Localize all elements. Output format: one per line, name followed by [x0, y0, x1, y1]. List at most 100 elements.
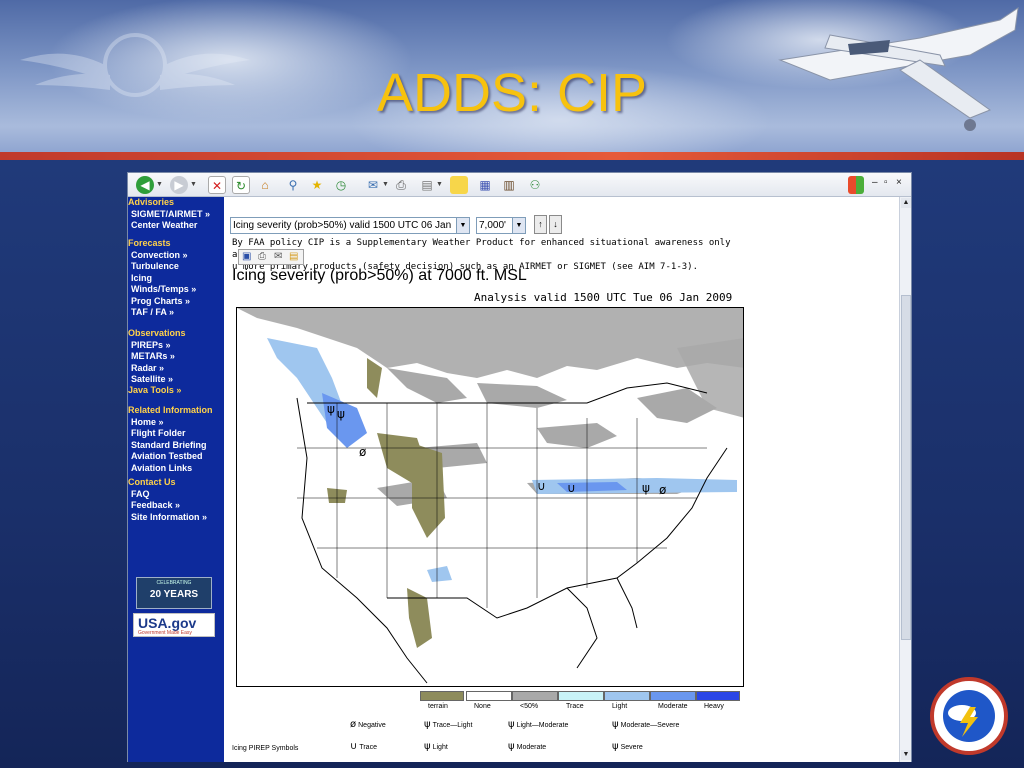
nav-link[interactable]: FAQ [128, 489, 207, 501]
airplane-image [778, 6, 1019, 131]
badge-years-text: 20 YEARS [149, 589, 199, 600]
nav-group-heading[interactable]: Java Tools » [128, 385, 181, 397]
svg-text:∪: ∪ [537, 479, 546, 493]
pirep-severe: ψ Severe [612, 741, 643, 752]
nav-group: Forecasts Convection » Turbulence Icing Wind… [128, 238, 196, 319]
favorites-icon[interactable]: ★ [308, 176, 326, 194]
close-button[interactable]: × [896, 175, 902, 191]
browser-window: ◀ ▼ ▶ ▼ ✕ ↻ ⌂ ⚲ ★ ◷ ✉ ▼ ⎙ ▤ ▼ ▦ ▥ ⚇ – ▫ … [127, 172, 912, 762]
nav-group: Contact Us FAQ Feedback » Site Information … [128, 477, 207, 523]
mail-icon[interactable]: ✉ [364, 176, 382, 194]
scroll-up-icon[interactable]: ▲ [901, 198, 911, 208]
save-icon[interactable]: ▣ [242, 251, 251, 262]
altitude-down-button[interactable]: ↓ [549, 215, 562, 234]
mail-dropdown-icon[interactable]: ▼ [382, 176, 389, 194]
nav-link[interactable]: Turbulence [128, 261, 196, 273]
mail-icon[interactable]: ✉ [274, 251, 282, 262]
legend-swatch [558, 691, 604, 701]
edit-dropdown-icon[interactable]: ▼ [436, 176, 443, 194]
celebrating-20-years-badge[interactable]: CELEBRATING 20 YEARS [136, 577, 212, 609]
nav-link[interactable]: Aviation Links [128, 463, 213, 475]
research-icon[interactable]: ▥ [500, 176, 518, 194]
stop-icon[interactable]: ✕ [208, 176, 226, 194]
icing-legend: terrain None <50% Trace Light Moderate Heavy [420, 691, 744, 710]
legend-label: terrain [428, 703, 448, 710]
nav-link[interactable]: Home » [128, 417, 213, 429]
nav-group-heading: Contact Us [128, 477, 176, 487]
usa-gov-badge[interactable]: USA.gov Government Made Easy [133, 613, 215, 637]
svg-text:∪: ∪ [567, 481, 576, 495]
refresh-icon[interactable]: ↻ [232, 176, 250, 194]
pirep-light: ψ Light [424, 741, 448, 752]
pirep-moderate-severe: ψ Moderate—Severe [612, 719, 680, 730]
nav-group: Related Information Home » Flight Folder St… [128, 405, 213, 474]
print-icon[interactable]: ⎙ [392, 176, 410, 194]
nav-link[interactable]: Convection » [128, 250, 196, 262]
forward-dropdown-icon[interactable]: ▼ [190, 176, 197, 194]
legend-swatch [420, 691, 464, 701]
scrollbar-thumb[interactable] [901, 295, 911, 640]
svg-text:ø: ø [659, 483, 666, 497]
legend-label: None [474, 703, 491, 710]
print-icon[interactable]: ⎙ [258, 251, 266, 262]
nav-group: Java Tools » [128, 385, 181, 397]
disclaimer-line-1: By FAA policy CIP is a Supplementary Wea… [232, 238, 731, 260]
legend-label: <50% [520, 703, 539, 710]
nav-link[interactable]: Feedback » [128, 500, 207, 512]
altitude-up-button[interactable]: ↑ [534, 215, 547, 234]
nav-link[interactable]: Center Weather [128, 220, 210, 232]
history-icon[interactable]: ◷ [332, 176, 350, 194]
legend-label: Heavy [704, 703, 724, 710]
messenger-icon[interactable]: ▦ [476, 176, 494, 194]
nav-link[interactable]: Radar » [128, 363, 186, 375]
nav-link[interactable]: SIGMET/AIRMET » [128, 209, 210, 221]
nav-link[interactable]: Aviation Testbed [128, 451, 213, 463]
icing-map-svg: ψ ψ ø ∪ ∪ ψ ø [237, 308, 743, 684]
nav-link[interactable]: Flight Folder [128, 428, 213, 440]
nav-group-heading: Advisories [128, 197, 175, 207]
svg-text:ψ: ψ [642, 481, 650, 495]
svg-text:ø: ø [359, 445, 366, 459]
nav-link[interactable]: Standard Briefing [128, 440, 213, 452]
home-icon[interactable]: ⌂ [256, 176, 274, 194]
nav-link[interactable]: Prog Charts » [128, 296, 196, 308]
altitude-select[interactable]: 7,000' ▼ [476, 217, 526, 234]
usa-gov-text: USA.gov [138, 615, 197, 631]
altitude-select-value: 7,000' [479, 220, 506, 231]
nav-link[interactable]: Icing [128, 273, 196, 285]
nav-group: Observations PIREPs » METARs » Radar » Satel… [128, 328, 186, 386]
pirep-trace: ∪ Trace [350, 741, 377, 752]
nav-link[interactable]: Satellite » [128, 374, 186, 386]
back-icon[interactable]: ◀ [136, 176, 154, 194]
search-icon[interactable]: ⚲ [284, 176, 302, 194]
folder-icon[interactable]: ▤ [289, 251, 298, 262]
nav-link[interactable]: Winds/Temps » [128, 284, 196, 296]
content-area: Icing severity (prob>50%) valid 1500 UTC… [224, 197, 899, 762]
svg-text:ψ: ψ [327, 402, 335, 416]
legend-label: Moderate [658, 703, 688, 710]
map-valid-time: Analysis valid 1500 UTC Tue 06 Jan 2009 [474, 291, 733, 304]
browser-toolbar: ◀ ▼ ▶ ▼ ✕ ↻ ⌂ ⚲ ★ ◷ ✉ ▼ ⎙ ▤ ▼ ▦ ▥ ⚇ – ▫ … [128, 173, 911, 197]
back-dropdown-icon[interactable]: ▼ [156, 176, 163, 194]
image-toolbar: ▣ ⎙ ✉ ▤ [238, 249, 304, 265]
nav-link[interactable]: PIREPs » [128, 340, 186, 352]
legend-swatch [696, 691, 740, 701]
pirep-moderate: ψ Moderate [508, 741, 547, 752]
discuss-icon[interactable] [450, 176, 468, 194]
slide-divider-stripe [0, 152, 1024, 160]
nav-link[interactable]: TAF / FA » [128, 307, 196, 319]
scroll-down-icon[interactable]: ▼ [901, 750, 911, 760]
minimize-button[interactable]: – [872, 175, 878, 191]
windows-logo-icon [848, 176, 864, 194]
pirep-heading: Icing PIREP Symbols [232, 745, 299, 752]
forward-icon[interactable]: ▶ [170, 176, 188, 194]
people-icon[interactable]: ⚇ [526, 176, 544, 194]
vertical-scrollbar[interactable]: ▲ ▼ [899, 197, 911, 762]
product-select[interactable]: Icing severity (prob>50%) valid 1500 UTC… [230, 217, 470, 234]
nav-group-heading: Observations [128, 328, 186, 338]
nav-link[interactable]: METARs » [128, 351, 186, 363]
edit-icon[interactable]: ▤ [418, 176, 436, 194]
nav-link[interactable]: Site Information » [128, 512, 207, 524]
svg-text:ψ: ψ [337, 407, 345, 421]
restore-button[interactable]: ▫ [884, 175, 888, 191]
